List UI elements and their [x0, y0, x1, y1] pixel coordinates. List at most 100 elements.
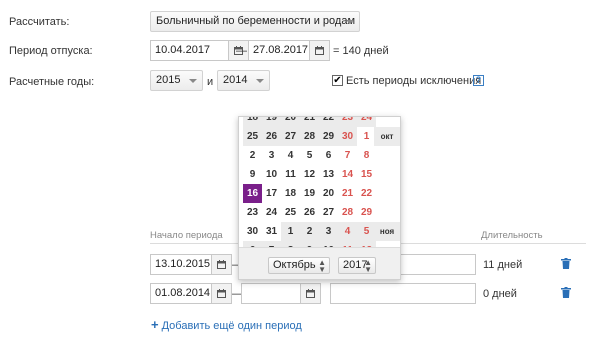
add-period-link[interactable]: + Добавить ещё один период: [151, 317, 302, 332]
calendar-day-cell[interactable]: 28: [300, 127, 319, 146]
calendar-day-cell[interactable]: 18: [243, 117, 262, 127]
period-end-input[interactable]: [241, 283, 301, 304]
period-start-calendar-button[interactable]: [212, 254, 232, 275]
calendar-week-row: 2345678: [243, 146, 397, 165]
calendar-day-cell[interactable]: 20: [319, 184, 338, 203]
calendar-month-label: ОКТ: [374, 127, 400, 146]
calendar-footer: Октябрь ▲ ▼ 2017 ▲ ▼: [239, 247, 400, 279]
exclusion-label: Есть периоды исключения: [346, 75, 482, 87]
calendar-day-cell[interactable]: 7: [338, 146, 357, 165]
period-dash: —: [236, 45, 247, 57]
period-start-calendar-button[interactable]: [212, 283, 232, 304]
calendar-week-row: 18 19 20 21 22 23 24: [243, 117, 397, 127]
calendar-day-cell[interactable]: 29: [357, 203, 376, 222]
period-duration: 11 дней: [483, 259, 523, 271]
calendar-day-cell[interactable]: 3: [319, 222, 338, 241]
period-from-input[interactable]: 10.04.2017: [150, 40, 229, 61]
period-to-calendar-button[interactable]: [310, 40, 330, 61]
trash-icon[interactable]: [561, 258, 571, 269]
exclusion-checkbox[interactable]: ✔: [332, 75, 343, 86]
calendar-day-cell[interactable]: 2: [243, 146, 262, 165]
calendar-day-cell[interactable]: 14: [338, 165, 357, 184]
calendar-day-cell[interactable]: 29: [319, 127, 338, 146]
calendar-day-cell[interactable]: 30: [243, 222, 262, 241]
period-note-input[interactable]: [330, 283, 476, 304]
calendar-icon: [306, 289, 315, 298]
period-start-input[interactable]: 13.10.2015: [150, 254, 212, 275]
calendar-day-cell[interactable]: 25: [281, 203, 300, 222]
calendar-day-cell[interactable]: 18: [281, 184, 300, 203]
calendar-day-cell[interactable]: 15: [357, 165, 376, 184]
updown-icon: ▲ ▼: [318, 258, 326, 274]
month-select-value: Октябрь: [273, 259, 316, 271]
updown-icon: ▲ ▼: [364, 258, 372, 274]
chevron-down-icon: [256, 79, 264, 83]
calendar-day-cell[interactable]: 1: [281, 222, 300, 241]
calendar-day-cell[interactable]: 17: [262, 184, 281, 203]
calendar-day-cell[interactable]: 27: [319, 203, 338, 222]
calendar-day-cell[interactable]: 23: [338, 117, 357, 127]
check-icon: ✔: [333, 75, 342, 86]
calc-type-select[interactable]: Больничный по беременности и родам: [150, 11, 360, 32]
calendar-day-cell[interactable]: 4: [338, 222, 357, 241]
years-label: Расчетные годы:: [9, 76, 95, 88]
col-start-header: Начало периода: [150, 230, 223, 241]
calendar-day-cell[interactable]: 9: [243, 165, 262, 184]
calendar-grid: 18 19 20 21 22 23 24 25 26 27 28 29 30 1 2 3 4 5 6 7 8 9 10 11 1…: [239, 117, 400, 247]
calendar-day-cell[interactable]: 22: [319, 117, 338, 127]
period-start-input[interactable]: 01.08.2014: [150, 283, 212, 304]
calendar-day-cell[interactable]: 11: [281, 165, 300, 184]
calendar-day-cell[interactable]: 12: [300, 165, 319, 184]
col-duration-header: Длительность: [481, 230, 543, 241]
calendar-day-cell[interactable]: 24: [357, 117, 376, 127]
period-end-calendar-button[interactable]: [301, 283, 321, 304]
calendar-week-row: 16 17 18 19 20 21 22: [243, 184, 397, 203]
chevron-down-icon: [346, 20, 354, 24]
calendar-day-cell[interactable]: 4: [281, 146, 300, 165]
calendar-day-cell[interactable]: 27: [281, 127, 300, 146]
calendar-month-label: НОЯ: [374, 222, 400, 241]
calendar-icon: [217, 289, 226, 298]
calendar-day-cell[interactable]: 22: [357, 184, 376, 203]
calendar-day-cell[interactable]: 19: [300, 184, 319, 203]
year-select[interactable]: 2017 ▲ ▼: [338, 257, 376, 274]
calendar-day-cell[interactable]: 5: [300, 146, 319, 165]
calendar-day-cell[interactable]: 26: [262, 127, 281, 146]
calendar-day-cell[interactable]: 25: [243, 127, 262, 146]
calendar-week-row: 9 10 11 12 13 14 15: [243, 165, 397, 184]
calendar-day-cell[interactable]: 6: [319, 146, 338, 165]
calendar-day-cell[interactable]: 21: [300, 117, 319, 127]
calendar-day-cell[interactable]: 21: [338, 184, 357, 203]
calendar-day-cell[interactable]: 24: [262, 203, 281, 222]
period-days: = 140 дней: [333, 45, 389, 57]
period-to-input[interactable]: 27.08.2017: [248, 40, 310, 61]
calendar-day-cell[interactable]: 13: [319, 165, 338, 184]
add-period-label: Добавить ещё один период: [161, 320, 302, 332]
calendar-day-cell[interactable]: 23: [243, 203, 262, 222]
year2-select[interactable]: 2014: [217, 70, 270, 91]
calendar-day-cell[interactable]: 10: [262, 165, 281, 184]
calendar-day-cell[interactable]: 30: [338, 127, 357, 146]
calendar-day-cell[interactable]: 16: [243, 184, 262, 203]
trash-icon[interactable]: [561, 287, 571, 298]
chevron-down-icon: [189, 79, 197, 83]
calendar-week-row: 23 24 25 26 27 28 29: [243, 203, 397, 222]
help-icon[interactable]: ?: [473, 75, 484, 86]
calendar-day-cell[interactable]: 31: [262, 222, 281, 241]
calendar-icon: [217, 260, 226, 269]
years-and: и: [207, 76, 214, 88]
calendar-day-cell[interactable]: 19: [262, 117, 281, 127]
month-select[interactable]: Октябрь ▲ ▼: [268, 257, 330, 274]
period-duration: 0 дней: [483, 288, 517, 300]
calendar-day-cell[interactable]: 26: [300, 203, 319, 222]
plus-icon: +: [151, 317, 159, 332]
calendar-day-cell[interactable]: 2: [300, 222, 319, 241]
period-label: Период отпуска:: [9, 45, 93, 57]
year1-select[interactable]: 2015: [150, 70, 203, 91]
year1-value: 2015: [156, 74, 181, 86]
calendar-day-cell[interactable]: 3: [262, 146, 281, 165]
calendar-day-cell[interactable]: 28: [338, 203, 357, 222]
calendar-day-cell[interactable]: 8: [357, 146, 376, 165]
calendar-day-cell[interactable]: 20: [281, 117, 300, 127]
date-picker-popup[interactable]: 18 19 20 21 22 23 24 25 26 27 28 29 30 1 2 3 4 5 6 7 8 9 10 11 1…: [238, 116, 401, 280]
